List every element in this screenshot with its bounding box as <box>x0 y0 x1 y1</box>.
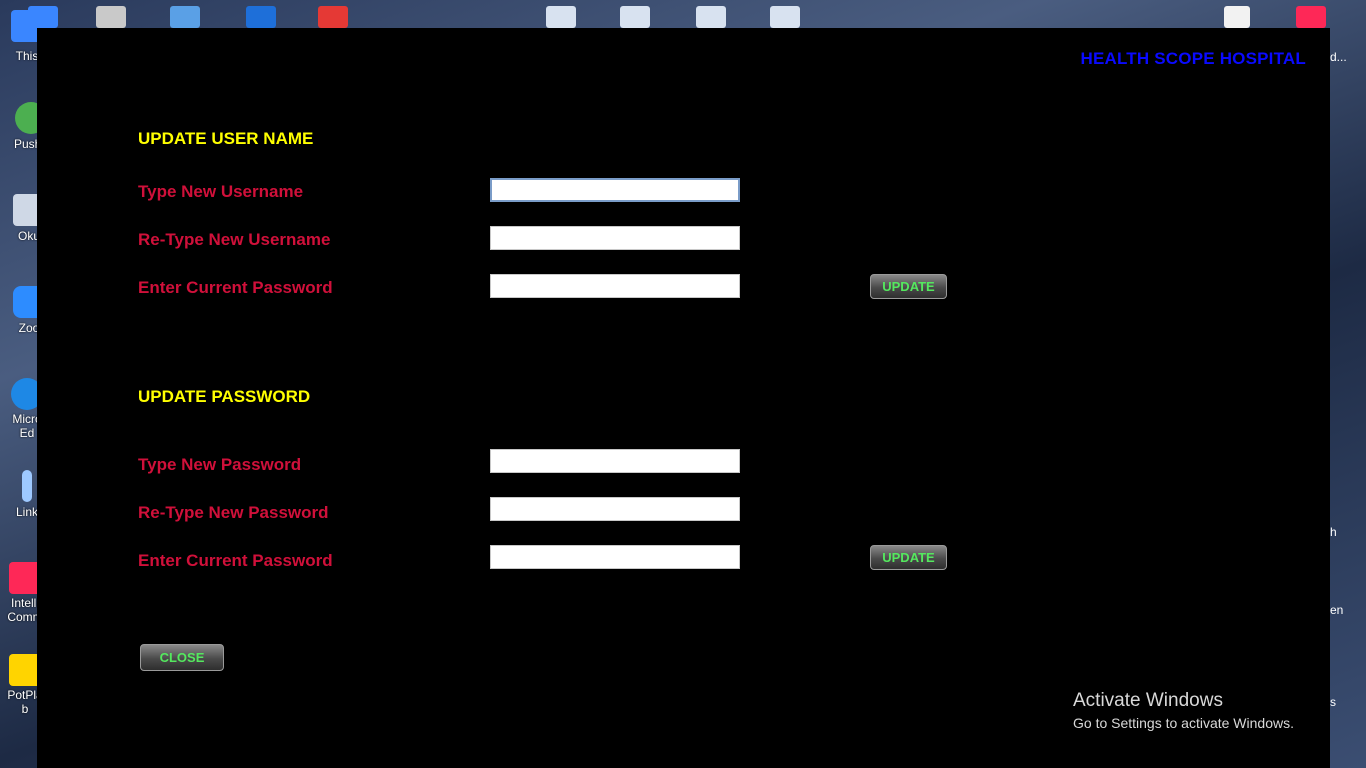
update-password-button[interactable]: UPDATE <box>870 545 947 570</box>
retype-username-input[interactable] <box>490 226 740 250</box>
update-username-title: UPDATE USER NAME <box>138 129 314 148</box>
password-current-password-label: Enter Current Password <box>138 551 333 570</box>
okular-icon[interactable] <box>546 6 576 28</box>
retype-password-input[interactable] <box>490 497 740 521</box>
folder-icon[interactable] <box>28 6 58 28</box>
username-current-password-input[interactable] <box>490 274 740 298</box>
close-button[interactable]: CLOSE <box>140 644 224 671</box>
blank-file-icon[interactable] <box>1224 6 1250 28</box>
desktop-item-label: en <box>1330 603 1344 617</box>
document-app-icon[interactable] <box>246 6 276 28</box>
desktop-item-label: d... <box>1330 50 1347 64</box>
retype-password-label: Re-Type New Password <box>138 503 329 522</box>
username-current-password-label: Enter Current Password <box>138 278 333 297</box>
activate-windows-subtitle: Go to Settings to activate Windows. <box>1073 715 1294 731</box>
control-panel-icon[interactable] <box>170 6 200 28</box>
desktop-item-label: h <box>1330 525 1337 539</box>
intellij-icon[interactable] <box>1296 6 1326 28</box>
update-username-button[interactable]: UPDATE <box>870 274 947 299</box>
new-username-label: Type New Username <box>138 182 304 201</box>
okular-icon[interactable] <box>696 6 726 28</box>
pdffill-icon[interactable] <box>318 6 348 28</box>
new-password-label: Type New Password <box>138 455 302 474</box>
update-password-title: UPDATE PASSWORD <box>138 387 311 406</box>
okular-icon[interactable] <box>770 6 800 28</box>
new-password-input[interactable] <box>490 449 740 473</box>
recycle-bin-icon[interactable] <box>96 6 126 28</box>
retype-username-label: Re-Type New Username <box>138 230 331 249</box>
activate-windows-title: Activate Windows <box>1073 690 1223 711</box>
password-current-password-input[interactable] <box>490 545 740 569</box>
account-settings-window: HEALTH SCOPE HOSPITAL UPDATE USER NAME T… <box>37 28 1330 768</box>
hospital-brand: HEALTH SCOPE HOSPITAL <box>1080 49 1306 68</box>
desktop-item-label: s <box>1330 695 1336 709</box>
link-icon <box>22 470 32 502</box>
okular-icon[interactable] <box>620 6 650 28</box>
new-username-input[interactable] <box>490 178 740 202</box>
